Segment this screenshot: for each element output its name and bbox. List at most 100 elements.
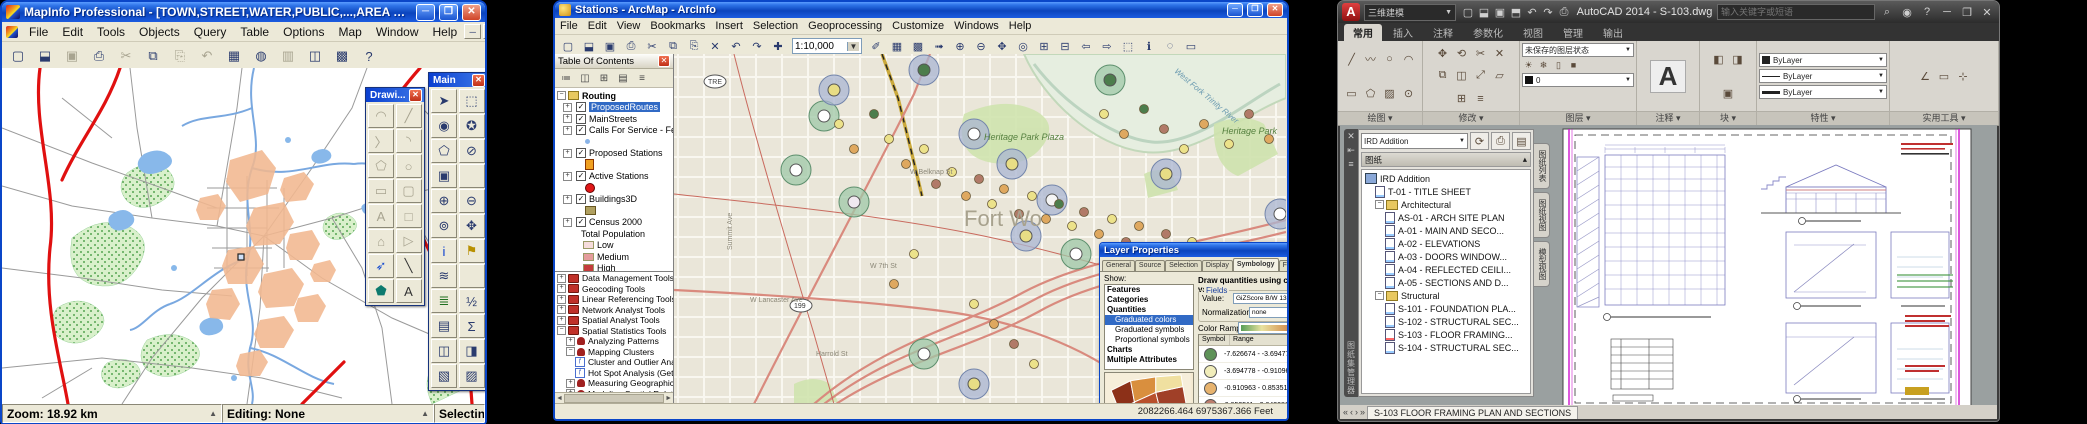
layer-symbol-swatch[interactable]	[585, 206, 596, 215]
arcmap-titlebar[interactable]: Stations - ArcMap - ArcInfo ─ ❐ ✕	[555, 2, 1287, 18]
ribbon-panel-label[interactable]: 绘图 ▾	[1338, 111, 1422, 125]
layer-combobox[interactable]: 0▼	[1522, 73, 1634, 87]
scroll-right-icon[interactable]: ►	[665, 395, 672, 402]
close-button[interactable]: ✕	[462, 4, 481, 21]
drawing-tool-button[interactable]: ╲	[396, 254, 422, 278]
sheet-tree-item[interactable]: −Architectural	[1362, 198, 1530, 211]
layer-tool-icon[interactable]: ▯	[1552, 59, 1565, 71]
toc-row[interactable]: +✓ProposedRoutes	[557, 102, 673, 114]
ribbon-button[interactable]: ∠	[1917, 68, 1934, 84]
status-popup-arrow[interactable]: ▲	[421, 409, 429, 418]
autocad-app-icon[interactable]: A	[1342, 3, 1360, 21]
main-tool-button[interactable]: ◉	[431, 114, 457, 138]
main-tool-button[interactable]: ⬚	[459, 89, 485, 113]
signin-icon[interactable]: ◉	[1899, 4, 1915, 20]
sheet-tree-item[interactable]: A-03 - DOORS WINDOW...	[1362, 250, 1530, 263]
help-search-input[interactable]	[1717, 4, 1875, 20]
menu-item[interactable]: Help	[1004, 20, 1037, 32]
drawing-tool-button[interactable]: ◝	[396, 129, 422, 153]
toc-toolbar-button[interactable]: ≡	[633, 70, 651, 86]
dialog-tab[interactable]: Source	[1135, 260, 1165, 271]
arcmap-map-canvas[interactable]: TRE199Heritage Park PlazaHeritage ParkWe…	[674, 54, 1287, 404]
status-zoom[interactable]: Zoom: 18.92 km▲	[2, 404, 222, 423]
workspace-combobox[interactable]: 三维建模▼	[1364, 4, 1456, 21]
menu-item[interactable]: File	[555, 20, 583, 32]
minimize-button[interactable]: ─	[1227, 3, 1243, 17]
menu-item[interactable]: Geoprocessing	[803, 20, 887, 32]
refresh-icon[interactable]: ⟳	[1470, 132, 1489, 150]
dialog-tab[interactable]: Display	[1202, 260, 1233, 271]
close-icon[interactable]: ✕	[472, 74, 485, 87]
drawing-tool-button[interactable]: ⬠	[368, 154, 394, 178]
toolbar-button[interactable]: ⬚	[1118, 37, 1138, 55]
menu-item[interactable]: Tools	[90, 24, 132, 40]
arctoolbox-tree[interactable]: +Data Management Tools+Geocoding Tools+L…	[555, 272, 673, 392]
toolbar-button[interactable]: ?	[356, 44, 382, 68]
sheet-tree-item[interactable]: A-01 - MAIN AND SECO...	[1362, 224, 1530, 237]
layer-state-combobox[interactable]: 未保存的图层状态▼	[1522, 43, 1634, 57]
main-tool-button[interactable]: ✪	[459, 114, 485, 138]
class-symbol[interactable]	[1199, 348, 1222, 361]
ribbon-button[interactable]: ◧	[1710, 51, 1727, 67]
toolbar-button[interactable]: ▣	[600, 37, 620, 55]
minimize-button[interactable]: ─	[1939, 4, 1955, 20]
menu-item[interactable]: View	[612, 20, 646, 32]
toolbar-button[interactable]: ✐	[866, 37, 886, 55]
main-tool-button[interactable]: ▣	[431, 164, 457, 188]
toc-toolbar-button[interactable]: ▤	[614, 70, 632, 86]
toolbar-button[interactable]: ⎘	[684, 37, 704, 55]
toolbar-button[interactable]: ⊞	[1034, 37, 1054, 55]
mapinfo-titlebar[interactable]: MapInfo Professional - [TOWN,STREET,WATE…	[2, 2, 485, 22]
search-icon[interactable]: ⌕	[1879, 4, 1895, 20]
ribbon-button[interactable]: ✥	[1434, 45, 1451, 61]
prev-layout-icon[interactable]: ‹	[1350, 407, 1353, 417]
ribbon-button[interactable]: ✕	[1491, 45, 1508, 61]
main-tool-button[interactable]	[459, 164, 485, 188]
main-tool-button[interactable]: ⚑	[459, 239, 485, 263]
main-tool-button[interactable]: ⬠	[431, 139, 457, 163]
class-symbol[interactable]	[1199, 365, 1222, 378]
toolbar-button[interactable]: ⎙	[86, 44, 112, 68]
toolbar-button[interactable]: ⇨	[1097, 37, 1117, 55]
toolbar-button[interactable]: ✂	[642, 37, 662, 55]
toolbar-button[interactable]: ◌	[1160, 37, 1180, 55]
text-tool-button[interactable]: A	[1650, 60, 1687, 93]
dialog-tab[interactable]: General	[1102, 260, 1135, 271]
sheet-set-combobox[interactable]: IRD Addition▼	[1361, 133, 1468, 149]
main-tool-button[interactable]: ⊚	[431, 214, 457, 238]
qat-button[interactable]: ⬓	[1476, 4, 1492, 20]
ribbon-panel-label[interactable]: 修改 ▾	[1423, 111, 1519, 125]
lineweight-combobox[interactable]: ByLayer▼	[1759, 85, 1887, 99]
layer-tool-icon[interactable]: ❄	[1537, 59, 1550, 71]
ribbon-button[interactable]: ⧉	[1434, 68, 1451, 84]
main-tool-button[interactable]: ▤	[431, 314, 457, 338]
toolbar-button[interactable]: ◍	[248, 44, 274, 68]
ribbon-tab[interactable]: 参数化	[1464, 24, 1512, 41]
toolbar-button[interactable]: ◎	[1013, 37, 1033, 55]
main-tool-button[interactable]: ▨	[459, 364, 485, 388]
qat-button[interactable]: ↶	[1524, 4, 1540, 20]
ribbon-button[interactable]: ◠	[1400, 51, 1417, 67]
drawing-tool-button[interactable]: ➶	[368, 254, 394, 278]
toc-row[interactable]: +✓Proposed Stations	[557, 148, 673, 160]
palette-side-tab[interactable]: 图纸视图	[1534, 192, 1550, 238]
ribbon-button[interactable]: ○	[1381, 51, 1398, 67]
toolbox-item[interactable]: +Geocoding Tools	[555, 284, 673, 295]
show-list-item[interactable]: Charts	[1105, 345, 1193, 355]
toolbox-item[interactable]: ƒCluster and Outlier Analysis (Anselin..…	[555, 357, 673, 368]
toolbox-item[interactable]: +Linear Referencing Tools	[555, 294, 673, 305]
toolbar-button[interactable]: ▩	[329, 44, 355, 68]
drawing-tool-button[interactable]: 〉	[368, 129, 394, 153]
ribbon-button[interactable]: ≡	[1472, 91, 1489, 107]
help-icon[interactable]: ?	[1919, 4, 1935, 20]
show-list-item[interactable]: Graduated colors	[1105, 315, 1193, 325]
color-combobox[interactable]: ByLayer▼	[1759, 53, 1887, 67]
ribbon-panel-label[interactable]: 块 ▾	[1700, 111, 1756, 125]
menu-item[interactable]: Customize	[887, 20, 949, 32]
toc-row[interactable]: +✓Calls For Service - Feb07	[557, 125, 673, 137]
ribbon-button[interactable]: ⊞	[1453, 91, 1470, 107]
main-tool-button[interactable]: ▧	[431, 364, 457, 388]
autocad-drawing-area[interactable]: ✕ ⇤ ≡ 图纸集管理器 IRD Addition▼ ⟳ ⎙ ▤	[1340, 125, 1997, 405]
menu-item[interactable]: Edit	[55, 24, 90, 40]
ribbon-button[interactable]: ▱	[1491, 68, 1508, 84]
